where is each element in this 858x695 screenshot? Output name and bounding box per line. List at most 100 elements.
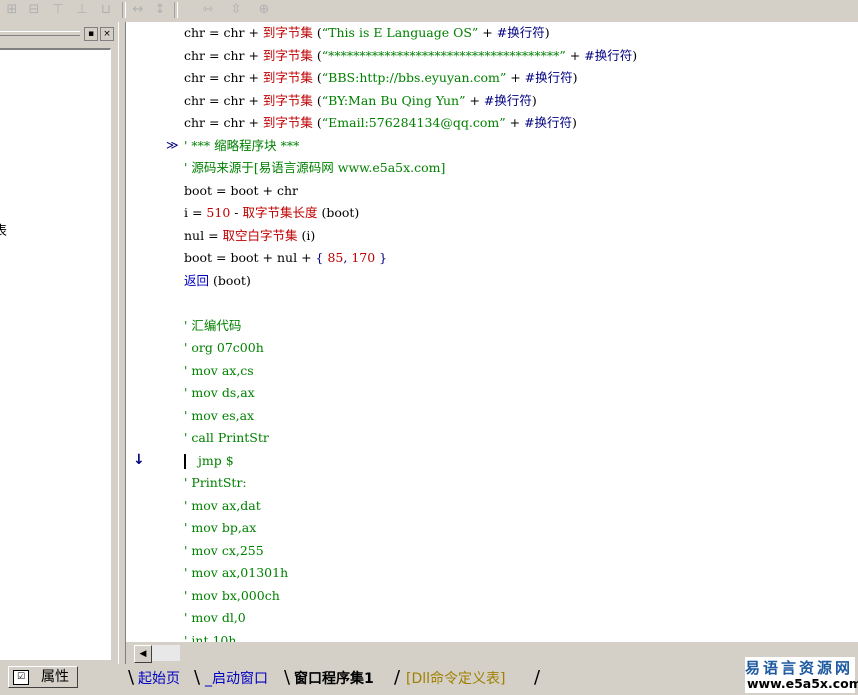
code-line[interactable]: ' mov es,ax: [184, 405, 254, 427]
toolbar: ⊞ ⊟ ⊤ ⊥ ⊔ ↔ ↕ ⇿ ⇳ ⊕: [0, 0, 858, 23]
code-line[interactable]: ' PrintStr:: [184, 472, 247, 494]
watermark-url: www.e5a5x.com: [747, 676, 858, 691]
code-line[interactable]: nul = 取空白字节集 (i): [184, 225, 315, 247]
code-token: +: [505, 115, 525, 130]
code-line[interactable]: jmp $: [184, 450, 234, 472]
h-center-icon[interactable]: ⇿: [198, 1, 218, 19]
scroll-left-button[interactable]: ◀: [134, 645, 152, 663]
code-token: ' PrintStr:: [184, 475, 247, 490]
code-line[interactable]: boot = boot + chr: [184, 180, 298, 202]
code-line[interactable]: chr = chr + 到字节集 (“*********************…: [184, 45, 637, 67]
code-token: +: [258, 182, 277, 198]
code-editor[interactable]: chr = chr + 到字节集 ( “This is E Language OS…: [126, 22, 858, 642]
tab-start-page[interactable]: 起始页: [134, 668, 184, 690]
same-height-icon[interactable]: ↕: [150, 1, 170, 19]
same-width-icon[interactable]: ↔: [128, 1, 148, 19]
code-token: +: [244, 47, 263, 63]
code-token: ' mov bx,000ch: [184, 587, 280, 603]
align-top-icon[interactable]: ⊤: [48, 1, 68, 19]
code-token: chr: [223, 92, 245, 108]
toolbar-separator: [174, 2, 178, 18]
code-line[interactable]: chr = chr + 到字节集 (“BY:Man Bu Qing Yun” +…: [184, 90, 537, 112]
code-token: =: [188, 205, 207, 220]
tab-window-assembly[interactable]: 窗口程序集1: [290, 668, 378, 690]
code-token: (: [312, 70, 322, 85]
code-token: ): [572, 70, 578, 85]
code-token: chr: [184, 115, 206, 130]
code-line[interactable]: boot = boot + nul + { 85, 170 }: [184, 247, 387, 269]
properties-tab[interactable]: ☑ 属性: [8, 666, 78, 688]
code-line[interactable]: chr = chr + 到字节集 (“This is E Language OS…: [184, 22, 550, 44]
code-token: ): [572, 115, 577, 130]
scroll-track[interactable]: [152, 645, 180, 661]
tab-divider: /: [534, 667, 541, 688]
code-line[interactable]: ' mov dl,0: [184, 607, 246, 629]
code-token: “This is E Language OS”: [321, 25, 479, 40]
panel-restore-button[interactable]: ▪: [84, 27, 98, 41]
tab-startup-window[interactable]: _启动窗口: [201, 668, 272, 690]
code-token: ): [531, 92, 537, 108]
tab-bar: ☑ 属性 \ 起始页 \ _启动窗口 \ 窗口程序集1 / [Dll命令定义表]…: [0, 664, 858, 695]
code-token: =: [205, 47, 224, 63]
left-panel-tree[interactable]: 表: [0, 48, 111, 660]
code-line[interactable]: ' mov bx,000ch: [184, 585, 280, 607]
code-token: boot: [184, 182, 213, 198]
code-token: =: [205, 70, 224, 85]
code-line[interactable]: ' mov bp,ax: [184, 517, 256, 539]
fold-marker-icon[interactable]: ≫: [166, 138, 179, 152]
code-token: 取空白字节集: [222, 227, 298, 243]
properties-icon: ☑: [13, 670, 29, 685]
code-line[interactable]: ' mov ax,cs: [184, 360, 254, 382]
code-line[interactable]: ' 汇编代码: [184, 315, 241, 337]
editor-gutter[interactable]: [126, 22, 150, 642]
align-middle-icon[interactable]: ⊥: [72, 1, 92, 19]
code-token: 到字节集: [262, 25, 313, 40]
code-token: jmp $: [198, 452, 234, 468]
code-token: “*************************************”: [321, 47, 566, 63]
code-line[interactable]: ' mov ax,dat: [184, 495, 261, 517]
code-token: boot: [230, 182, 259, 198]
code-token: boot: [184, 250, 213, 265]
code-token: =: [212, 182, 231, 198]
code-line[interactable]: chr = chr + 到字节集 (“BBS:http://bbs.eyuyan…: [184, 67, 578, 89]
v-center-icon[interactable]: ⇳: [226, 1, 246, 19]
code-token: ): [544, 25, 550, 40]
code-token: ' mov ax,cs: [184, 362, 254, 378]
panel-splitter[interactable]: [118, 22, 126, 670]
tab-dll-commands[interactable]: [Dll命令定义表]: [402, 668, 509, 690]
tab-divider: /: [394, 667, 401, 688]
panel-grip[interactable]: [0, 31, 80, 36]
code-line[interactable]: ' mov ds,ax: [184, 382, 255, 404]
tree-item-partial[interactable]: 表: [0, 220, 7, 239]
code-line[interactable]: 返回 (boot): [184, 270, 251, 292]
panel-close-button[interactable]: ×: [100, 27, 114, 41]
code-token: (boot): [317, 205, 360, 220]
code-line[interactable]: chr = chr + 到字节集 (“Email:576284134@qq.co…: [184, 112, 577, 134]
code-token: 到字节集: [262, 92, 313, 108]
code-token: nul: [277, 250, 298, 265]
code-token: chr: [184, 25, 206, 40]
code-token: =: [205, 115, 224, 130]
code-token: +: [258, 250, 277, 265]
align-center-icon[interactable]: ⊟: [24, 1, 44, 19]
code-token: +: [297, 250, 316, 265]
code-line[interactable]: ' call PrintStr: [184, 427, 269, 449]
code-token: nul: [184, 227, 205, 243]
code-token: chr: [223, 25, 245, 40]
code-token: (: [312, 92, 322, 108]
code-line[interactable]: ' mov cx,255: [184, 540, 264, 562]
code-token: chr: [277, 182, 299, 198]
code-line[interactable]: i = 510 - 取字节集长度 (boot): [184, 202, 359, 224]
code-line[interactable]: ' mov ax,01301h: [184, 562, 288, 584]
code-token: chr: [223, 70, 245, 85]
execution-arrow-icon[interactable]: ↓: [133, 452, 145, 468]
align-bottom-icon[interactable]: ⊔: [96, 1, 116, 19]
code-line[interactable]: ' int 10h: [184, 630, 236, 643]
code-line[interactable]: ' org 07c00h: [184, 337, 264, 359]
code-line[interactable]: ' *** 缩略程序块 ***: [184, 135, 299, 157]
code-token: ' mov ds,ax: [184, 385, 255, 400]
code-line[interactable]: ' 源码来源于[易语言源码网 www.e5a5x.com]: [184, 157, 445, 179]
center-icon[interactable]: ⊕: [254, 1, 274, 19]
align-left-icon[interactable]: ⊞: [2, 1, 22, 19]
code-token: ' mov ax,dat: [184, 497, 261, 513]
